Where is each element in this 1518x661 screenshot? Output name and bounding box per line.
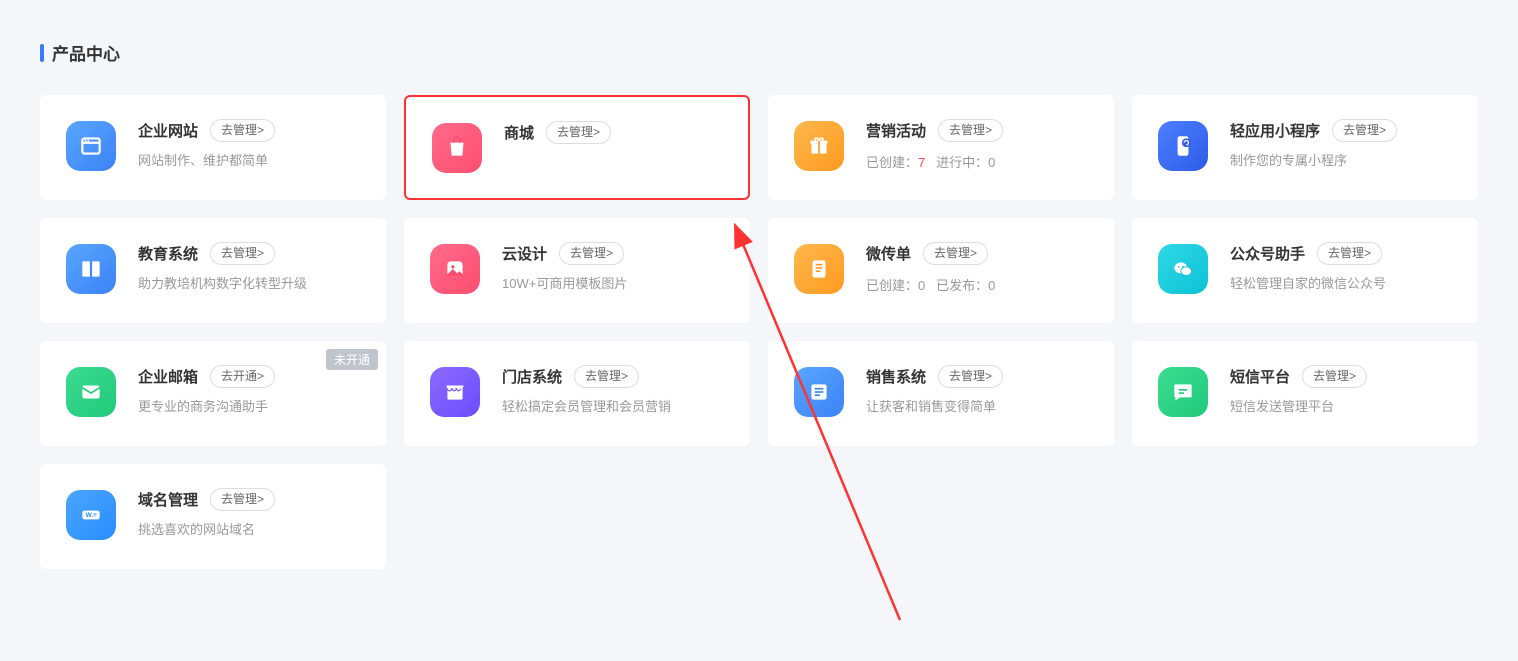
card-domain-management[interactable]: W.≡ 域名管理 去管理> 挑选喜欢的网站域名 (40, 464, 386, 569)
card-title: 商城 (504, 122, 534, 143)
gift-icon (794, 121, 844, 171)
card-desc: 短信发送管理平台 (1230, 398, 1452, 416)
card-flyer[interactable]: 微传单 去管理> 已创建：0 已发布：0 (768, 218, 1114, 323)
card-desc: 让获客和销售变得简单 (866, 398, 1088, 416)
manage-button[interactable]: 去管理> (210, 488, 275, 511)
card-title: 企业网站 (138, 120, 198, 141)
card-shop[interactable]: 商城 去管理> (404, 95, 750, 200)
manage-button[interactable]: 去管理> (1302, 365, 1367, 388)
card-sales-system[interactable]: 销售系统 去管理> 让获客和销售变得简单 (768, 341, 1114, 446)
card-marketing[interactable]: 营销活动 去管理> 已创建：7 进行中：0 (768, 95, 1114, 200)
card-education[interactable]: 教育系统 去管理> 助力教培机构数字化转型升级 (40, 218, 386, 323)
window-icon (66, 121, 116, 171)
manage-button[interactable]: 去管理> (574, 365, 639, 388)
card-title: 轻应用小程序 (1230, 120, 1320, 141)
card-desc: 10W+可商用模板图片 (502, 275, 724, 293)
manage-button[interactable]: 去管理> (546, 121, 611, 144)
domain-icon: W.≡ (66, 490, 116, 540)
document-icon (794, 244, 844, 294)
card-title: 企业邮箱 (138, 366, 198, 387)
card-desc: 制作您的专属小程序 (1230, 152, 1452, 170)
product-grid: 企业网站 去管理> 网站制作、维护都简单 商城 去管理> (40, 95, 1478, 569)
store-icon (430, 367, 480, 417)
image-icon (430, 244, 480, 294)
card-stats: 已创建：7 进行中：0 (866, 152, 1088, 171)
message-icon (1158, 367, 1208, 417)
manage-button[interactable]: 去管理> (923, 242, 988, 265)
card-desc: 更专业的商务沟通助手 (138, 398, 360, 416)
card-desc: 助力教培机构数字化转型升级 (138, 275, 360, 293)
card-sms-platform[interactable]: 短信平台 去管理> 短信发送管理平台 (1132, 341, 1478, 446)
open-button[interactable]: 去开通> (210, 365, 275, 388)
wechat-icon (1158, 244, 1208, 294)
card-store-system[interactable]: 门店系统 去管理> 轻松搞定会员管理和会员营销 (404, 341, 750, 446)
manage-button[interactable]: 去管理> (210, 242, 275, 265)
svg-text:W.≡: W.≡ (86, 512, 98, 519)
card-title: 公众号助手 (1230, 243, 1305, 264)
card-miniapp[interactable]: 轻应用小程序 去管理> 制作您的专属小程序 (1132, 95, 1478, 200)
card-title: 微传单 (866, 243, 911, 264)
section-title-text: 产品中心 (52, 40, 120, 65)
card-title: 门店系统 (502, 366, 562, 387)
card-wechat-helper[interactable]: 公众号助手 去管理> 轻松管理自家的微信公众号 (1132, 218, 1478, 323)
card-desc: 轻松管理自家的微信公众号 (1230, 275, 1452, 293)
card-title: 云设计 (502, 243, 547, 264)
not-open-badge: 未开通 (326, 349, 378, 370)
manage-button[interactable]: 去管理> (559, 242, 624, 265)
manage-button[interactable]: 去管理> (210, 119, 275, 142)
card-enterprise-site[interactable]: 企业网站 去管理> 网站制作、维护都简单 (40, 95, 386, 200)
list-icon (794, 367, 844, 417)
manage-button[interactable]: 去管理> (1317, 242, 1382, 265)
book-icon (66, 244, 116, 294)
card-title: 销售系统 (866, 366, 926, 387)
card-desc: 轻松搞定会员管理和会员营销 (502, 398, 724, 416)
manage-button[interactable]: 去管理> (1332, 119, 1397, 142)
mobile-icon (1158, 121, 1208, 171)
shopping-bag-icon (432, 123, 482, 173)
title-accent-bar (40, 44, 44, 62)
card-cloud-design[interactable]: 云设计 去管理> 10W+可商用模板图片 (404, 218, 750, 323)
manage-button[interactable]: 去管理> (938, 365, 1003, 388)
card-title: 营销活动 (866, 120, 926, 141)
card-title: 教育系统 (138, 243, 198, 264)
manage-button[interactable]: 去管理> (938, 119, 1003, 142)
card-desc: 网站制作、维护都简单 (138, 152, 360, 170)
mail-icon (66, 367, 116, 417)
card-desc: 挑选喜欢的网站域名 (138, 521, 360, 539)
card-enterprise-email[interactable]: 未开通 企业邮箱 去开通> 更专业的商务沟通助手 (40, 341, 386, 446)
section-title: 产品中心 (40, 40, 1478, 65)
card-stats: 已创建：0 已发布：0 (866, 275, 1088, 294)
card-title: 域名管理 (138, 489, 198, 510)
card-title: 短信平台 (1230, 366, 1290, 387)
